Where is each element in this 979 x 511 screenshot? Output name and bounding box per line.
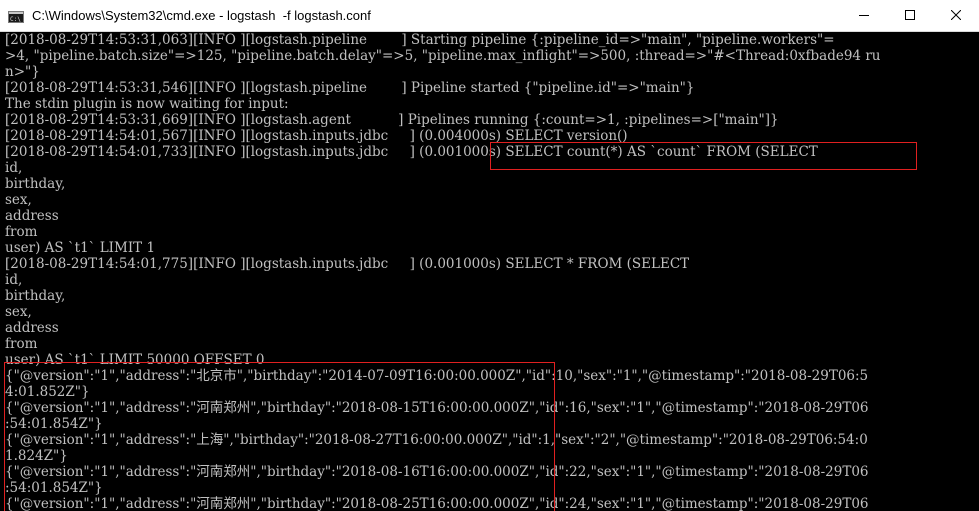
console-line: [2018-08-29T14:53:31,063][INFO ][logstas…	[5, 32, 835, 48]
console-line: {"@version":"1","address":"河南郑州","birthd…	[5, 496, 869, 511]
console-line: The stdin plugin is now waiting for inpu…	[5, 96, 289, 112]
console-line: n>"}	[5, 64, 40, 80]
console-line: [2018-08-29T14:54:01,733][INFO ][logstas…	[5, 144, 818, 160]
maximize-icon	[905, 7, 915, 25]
console-line: 4:01.852Z"}	[5, 384, 90, 400]
maximize-button[interactable]	[887, 0, 933, 32]
console-line: 1.824Z"}	[5, 448, 68, 464]
console-line: :54:01.854Z"}	[5, 480, 103, 496]
console-line: :54:01.854Z"}	[5, 416, 103, 432]
console-line: address	[5, 208, 59, 224]
console-line: birthday,	[5, 288, 66, 304]
console-line: [2018-08-29T14:53:31,546][INFO ][logstas…	[5, 80, 695, 96]
window-title: C:\Windows\System32\cmd.exe - logstash -…	[32, 8, 371, 23]
console-output[interactable]: [2018-08-29T14:53:31,063][INFO ][logstas…	[0, 32, 979, 511]
console-line: {"@version":"1","address":"北京市","birthda…	[5, 368, 869, 384]
console-line: user) AS `t1` LIMIT 1	[5, 240, 156, 256]
title-bar[interactable]: C:\ C:\Windows\System32\cmd.exe - logsta…	[0, 0, 979, 32]
console-line: from	[5, 224, 38, 240]
console-line: [2018-08-29T14:54:01,567][INFO ][logstas…	[5, 128, 628, 144]
console-line: {"@version":"1","address":"上海","birthday…	[5, 432, 868, 448]
minimize-icon	[859, 7, 869, 25]
console-line: [2018-08-29T14:53:31,669][INFO ][logstas…	[5, 112, 779, 128]
caption-buttons	[841, 0, 979, 32]
console-line: sex,	[5, 192, 32, 208]
console-line: birthday,	[5, 176, 66, 192]
close-icon	[950, 7, 962, 25]
svg-text:C:\: C:\	[10, 16, 21, 23]
minimize-button[interactable]	[841, 0, 887, 32]
close-button[interactable]	[933, 0, 979, 32]
console-line: {"@version":"1","address":"河南郑州","birthd…	[5, 464, 869, 480]
console-line: user) AS `t1` LIMIT 50000 OFFSET 0	[5, 352, 265, 368]
console-line: >4, "pipeline.batch.size"=>125, "pipelin…	[5, 48, 881, 64]
console-line: sex,	[5, 304, 32, 320]
console-line: [2018-08-29T14:54:01,775][INFO ][logstas…	[5, 256, 690, 272]
console-line: {"@version":"1","address":"河南郑州","birthd…	[5, 400, 869, 416]
cmd-icon: C:\	[8, 10, 24, 23]
console-line: id,	[5, 272, 23, 288]
console-line: from	[5, 336, 38, 352]
console-line: address	[5, 320, 59, 336]
console-line: id,	[5, 160, 23, 176]
cmd-window: C:\ C:\Windows\System32\cmd.exe - logsta…	[0, 0, 979, 511]
